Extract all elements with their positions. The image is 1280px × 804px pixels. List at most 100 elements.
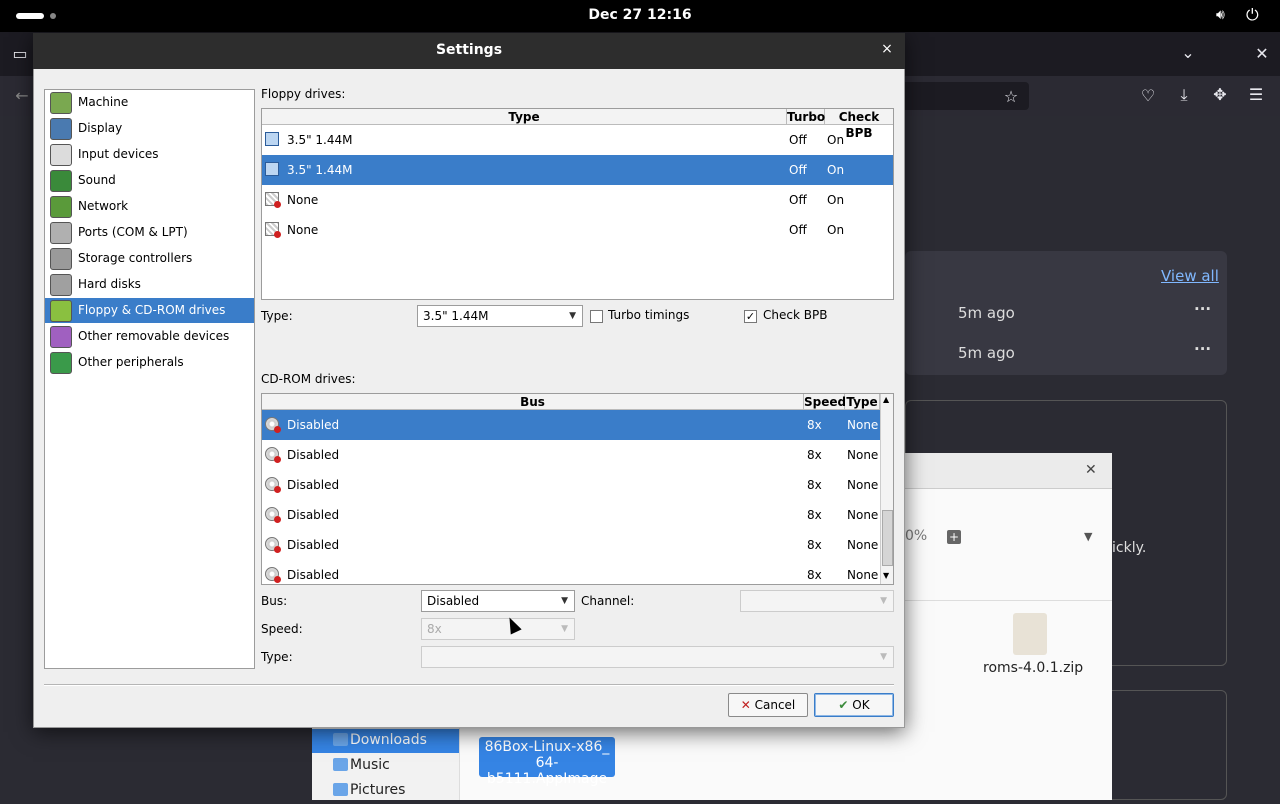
more-options-icon[interactable]: ··· <box>1194 340 1211 358</box>
cdrom-bus-label: Bus: <box>261 594 288 608</box>
sidebar-item-label: Floppy & CD-ROM drives <box>78 303 226 317</box>
extensions-icon[interactable]: ✥ <box>1208 85 1232 104</box>
cell-speed: 8x <box>807 568 822 582</box>
volume-icon[interactable]: 🔊︎ <box>1216 7 1225 23</box>
table-row[interactable]: 3.5" 1.44M Off On <box>262 155 893 185</box>
sidebar-item-label: Network <box>78 199 129 213</box>
cdrom-type-select[interactable]: ▼ <box>421 646 894 668</box>
tab-list-chevron-icon[interactable]: ⌄ <box>1176 43 1200 62</box>
clock[interactable]: Dec 27 12:16 <box>560 7 720 23</box>
sidebar-item-other-removable-devices[interactable]: Other removable devices <box>45 324 254 349</box>
cell-bus: Disabled <box>287 478 340 492</box>
activities-pill[interactable] <box>16 13 44 19</box>
sidebar-item-label: Other peripherals <box>78 355 184 369</box>
cdrom-disabled-icon <box>265 447 281 463</box>
table-row[interactable]: Disabled 8x None <box>262 500 880 530</box>
sidebar-item-label: Downloads <box>350 732 427 748</box>
bookmark-star-icon[interactable]: ☆ <box>999 87 1023 106</box>
column-header-bus[interactable]: Bus <box>262 394 804 410</box>
scroll-up-icon[interactable]: ▲ <box>883 395 889 404</box>
turbo-timings-checkbox[interactable] <box>590 310 603 323</box>
cdrom-disabled-icon <box>265 477 281 493</box>
sidebar-item-input-devices[interactable]: Input devices <box>45 142 254 167</box>
close-icon[interactable]: ✕ <box>1085 462 1097 478</box>
url-bar[interactable]: ☆ <box>905 82 1029 110</box>
window-close-icon[interactable]: ✕ <box>1250 44 1274 63</box>
sidebar-item-label: Hard disks <box>78 277 141 291</box>
cell-type: None <box>287 223 319 237</box>
floppy-disabled-icon <box>265 222 281 238</box>
column-header-turbo[interactable]: Turbo <box>787 109 825 125</box>
sidebar-item-label: Machine <box>78 95 129 109</box>
sidebar-item-floppy-cd-rom-drives[interactable]: Floppy & CD-ROM drives <box>45 298 254 323</box>
sidebar-item-network[interactable]: Network <box>45 194 254 219</box>
sidebar-item-ports-com-lpt[interactable]: Ports (COM & LPT) <box>45 220 254 245</box>
floppy-type-value: 3.5" 1.44M <box>423 309 489 323</box>
pocket-icon[interactable]: ♡ <box>1136 86 1160 105</box>
cdrom-bus-select[interactable]: Disabled ▼ <box>421 590 575 612</box>
ok-button[interactable]: ✔ OK <box>814 693 894 717</box>
menu-icon[interactable]: ☰ <box>1244 85 1268 104</box>
cell-bus: Disabled <box>287 448 340 462</box>
cell-speed: 8x <box>807 418 822 432</box>
table-row[interactable]: Disabled 8x None <box>262 410 880 440</box>
workspace-dot[interactable] <box>50 13 56 19</box>
sidebar-item-music[interactable]: Music <box>330 755 460 779</box>
column-header-type[interactable]: Type <box>262 109 787 125</box>
scrollbar-thumb[interactable] <box>882 510 893 566</box>
check-bpb-checkbox[interactable]: ✓ <box>744 310 757 323</box>
category-icon <box>50 300 72 322</box>
scroll-down-icon[interactable]: ▼ <box>883 571 889 580</box>
cell-check-bpb: On <box>827 133 845 147</box>
sidebar-item-storage-controllers[interactable]: Storage controllers <box>45 246 254 271</box>
cdrom-channel-select[interactable]: ▼ <box>740 590 894 612</box>
sidebar-item-pictures[interactable]: Pictures <box>330 780 460 804</box>
cell-bus: Disabled <box>287 418 340 432</box>
file-name[interactable]: roms-4.0.1.zip <box>983 660 1083 676</box>
sidebar-item-display[interactable]: Display <box>45 116 254 141</box>
sidebar-item-machine[interactable]: Machine <box>45 90 254 115</box>
power-icon[interactable]: ⏻ <box>1246 5 1259 25</box>
zoom-in-icon[interactable]: + <box>947 530 961 544</box>
cell-type: None <box>847 568 879 582</box>
cdrom-speed-value: 8x <box>427 622 442 636</box>
cdrom-scrollbar[interactable]: ▲ ▼ <box>880 394 893 584</box>
download-icon[interactable]: ⤓ <box>1172 85 1196 105</box>
category-icon <box>50 222 72 244</box>
more-options-icon[interactable]: ··· <box>1194 300 1211 318</box>
table-row[interactable]: Disabled 8x None <box>262 530 880 560</box>
sidebar-item-hard-disks[interactable]: Hard disks <box>45 272 254 297</box>
table-row[interactable]: Disabled 8x None <box>262 560 880 584</box>
floppy-type-select[interactable]: 3.5" 1.44M ▼ <box>417 305 583 327</box>
cancel-button[interactable]: ✕ Cancel <box>728 693 808 717</box>
back-icon[interactable]: ← <box>10 86 34 105</box>
column-header-check-bpb[interactable]: Check BPB <box>825 109 893 140</box>
table-row[interactable]: Disabled 8x None <box>262 470 880 500</box>
sidebar-item-other-peripherals[interactable]: Other peripherals <box>45 350 254 375</box>
cell-type: None <box>847 448 879 462</box>
cell-type: 3.5" 1.44M <box>287 133 353 147</box>
view-all-link[interactable]: View all <box>1161 267 1219 285</box>
cdrom-section-label: CD-ROM drives: <box>261 372 356 386</box>
floppy-disk-icon <box>265 162 279 176</box>
selected-file[interactable]: 86Box-Linux-x86_ 64-b5111.AppImage <box>479 737 615 787</box>
column-header-type[interactable]: Type <box>845 394 880 410</box>
sidebar-item-sound[interactable]: Sound <box>45 168 254 193</box>
table-row[interactable]: 3.5" 1.44M Off On <box>262 125 893 155</box>
category-icon <box>50 326 72 348</box>
zip-file-icon[interactable] <box>1013 613 1047 655</box>
cell-type: None <box>287 193 319 207</box>
column-header-speed[interactable]: Speed <box>804 394 846 410</box>
table-row[interactable]: Disabled 8x None <box>262 440 880 470</box>
dialog-titlebar: Settings × <box>33 33 905 69</box>
chevron-down-icon: ▼ <box>880 652 887 662</box>
cell-turbo: Off <box>789 223 807 237</box>
dropdown-arrow-icon[interactable]: ▼ <box>1084 530 1092 543</box>
table-row[interactable]: None Off On <box>262 215 893 245</box>
chevron-down-icon: ▼ <box>561 596 568 606</box>
tab-overview-icon[interactable]: ▭ <box>8 44 32 63</box>
cdrom-speed-select[interactable]: 8x ▼ <box>421 618 575 640</box>
table-row[interactable]: None Off On <box>262 185 893 215</box>
sidebar-item-label: Ports (COM & LPT) <box>78 225 188 239</box>
close-icon[interactable]: × <box>877 41 897 57</box>
